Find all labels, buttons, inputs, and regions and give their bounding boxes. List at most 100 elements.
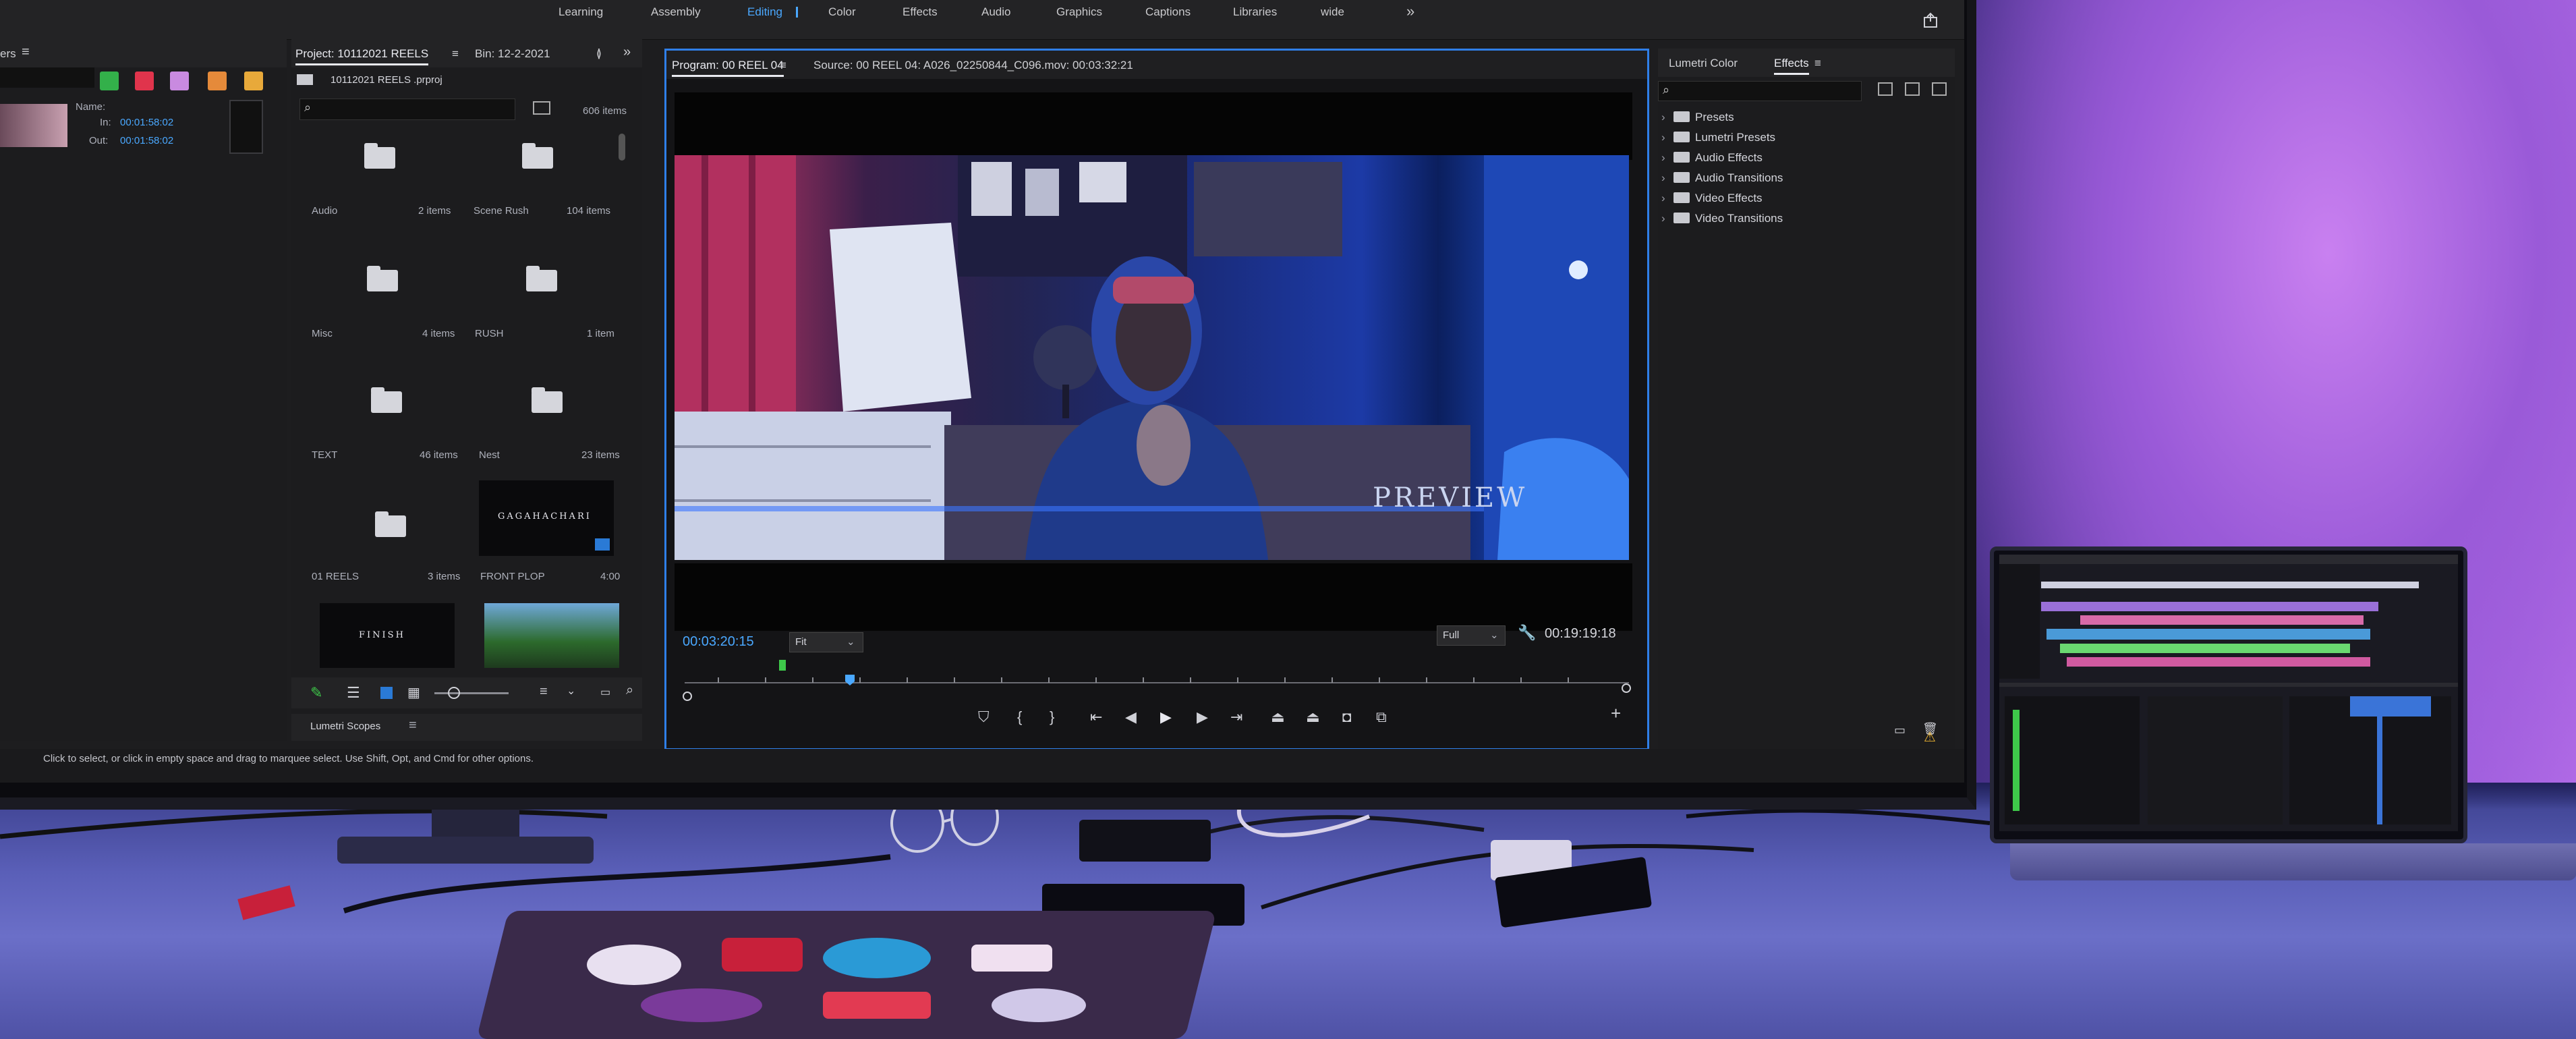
yuv-effects-icon[interactable] — [1932, 82, 1947, 96]
effects-folder-video-transitions[interactable]: › Video Transitions — [1661, 212, 1783, 225]
effects-folder-audio-effects[interactable]: › Audio Effects — [1661, 151, 1763, 165]
chevron-right-icon[interactable]: › — [1661, 111, 1673, 124]
icon-view-icon[interactable] — [380, 687, 393, 699]
share-icon[interactable] — [1922, 12, 1939, 28]
comparison-view-icon[interactable]: ⧉ — [1376, 708, 1387, 726]
mark-in-icon[interactable]: { — [1017, 708, 1022, 726]
effects-folder-lumetri-presets[interactable]: › Lumetri Presets — [1661, 131, 1775, 144]
chevron-right-icon[interactable]: › — [1661, 171, 1673, 185]
workspace-tab-assembly[interactable]: Assembly — [651, 5, 701, 19]
clip-thumbnail[interactable]: FINISH — [320, 603, 455, 668]
bin-name[interactable]: Nest — [479, 449, 500, 461]
tab-lumetri-scopes[interactable]: Lumetri Scopes — [310, 721, 380, 732]
go-to-in-icon[interactable]: ⇤ — [1090, 708, 1102, 726]
extract-icon[interactable]: ⏏ — [1306, 708, 1320, 726]
32bit-effects-icon[interactable] — [1905, 82, 1920, 96]
step-forward-icon[interactable]: ▶ — [1197, 708, 1208, 726]
workspace-tab-audio[interactable]: Audio — [981, 5, 1010, 19]
time-ruler[interactable] — [678, 654, 1636, 702]
tab-program[interactable]: Program: 00 REEL 04 — [672, 59, 784, 77]
workspace-tab-wide[interactable]: wide — [1321, 5, 1344, 19]
tab-menu-icon[interactable]: ≬ — [596, 47, 602, 61]
add-marker-icon[interactable]: ⛉ — [978, 708, 990, 726]
filter-field[interactable] — [0, 67, 94, 88]
more-workspaces-icon[interactable]: » — [1406, 3, 1414, 20]
chevron-right-icon[interactable]: › — [1661, 192, 1673, 205]
effects-folder-presets[interactable]: › Presets — [1661, 111, 1734, 124]
list-view-icon[interactable]: ☰ — [347, 684, 360, 702]
workspace-tab-graphics[interactable]: Graphics — [1056, 5, 1102, 19]
mark-out-icon[interactable]: } — [1050, 708, 1054, 726]
search-icon[interactable]: ⌕ — [626, 683, 633, 698]
in-timecode[interactable]: 00:01:58:02 — [120, 117, 173, 128]
new-bin-icon[interactable]: ▭ — [1894, 723, 1906, 737]
workspace-tab-learning[interactable]: Learning — [559, 5, 603, 19]
resolution-select[interactable]: Full ⌄ — [1437, 625, 1506, 646]
workspace-tab-captions[interactable]: Captions — [1145, 5, 1191, 19]
folder-icon[interactable] — [526, 266, 557, 291]
folder-icon[interactable] — [375, 511, 406, 537]
warning-icon[interactable]: ⚠ — [1924, 729, 1936, 746]
lift-icon[interactable]: ⏏ — [1271, 708, 1285, 726]
chevron-right-icon[interactable]: › — [1661, 131, 1673, 144]
panel-menu-icon[interactable]: ≡ — [409, 718, 417, 733]
zoom-level-select[interactable]: Fit ⌄ — [789, 632, 863, 652]
zoom-slider-handle[interactable] — [448, 687, 460, 699]
more-panels-icon[interactable]: » — [623, 45, 631, 60]
label-swatch-red[interactable] — [135, 72, 154, 90]
wrench-icon[interactable]: 🔧 — [1518, 624, 1536, 642]
add-button-icon[interactable]: + — [1611, 703, 1621, 724]
effects-folder-audio-transitions[interactable]: › Audio Transitions — [1661, 171, 1783, 185]
workspace-tab-effects[interactable]: Effects — [903, 5, 938, 19]
panel-menu-icon[interactable]: ≡ — [780, 59, 786, 72]
label-swatch-yellow[interactable] — [244, 72, 263, 90]
zoom-slider[interactable] — [434, 692, 509, 694]
effects-folder-video-effects[interactable]: › Video Effects — [1661, 192, 1763, 205]
project-search-input[interactable]: ⌕ — [299, 99, 515, 120]
project-scrollbar[interactable] — [619, 134, 625, 161]
bin-name[interactable]: RUSH — [475, 328, 504, 339]
label-swatch-green[interactable] — [100, 72, 119, 90]
workspace-tab-color[interactable]: Color — [828, 5, 856, 19]
folder-icon[interactable] — [367, 266, 398, 291]
panel-menu-icon[interactable]: ≡ — [22, 45, 30, 60]
workspace-tab-editing[interactable]: Editing — [747, 5, 782, 19]
accelerated-effects-icon[interactable] — [1878, 82, 1893, 96]
chevron-right-icon[interactable]: › — [1661, 212, 1673, 225]
clip-thumbnail[interactable] — [484, 603, 619, 668]
freeform-view-icon[interactable]: ▦ — [407, 684, 420, 701]
tab-project[interactable]: Project: 10112021 REELS — [295, 47, 429, 65]
bin-name[interactable]: TEXT — [312, 449, 337, 461]
chevron-down-icon[interactable]: ⌄ — [567, 684, 575, 698]
step-back-icon[interactable]: ◀ — [1125, 708, 1137, 726]
panel-menu-icon[interactable]: ≡ — [1814, 57, 1821, 70]
pencil-icon[interactable]: ✎ — [310, 684, 322, 702]
tab-lumetri-color[interactable]: Lumetri Color — [1669, 57, 1738, 70]
tab-markers[interactable]: ers — [0, 47, 16, 61]
tab-bin[interactable]: Bin: 12-2-2021 — [475, 47, 550, 61]
bin-name[interactable]: Audio — [312, 205, 337, 217]
folder-icon[interactable] — [371, 387, 402, 413]
workspace-menu-icon[interactable] — [796, 7, 798, 18]
bin-name[interactable]: Scene Rush — [474, 205, 529, 217]
effects-search-input[interactable]: ⌕ — [1658, 81, 1862, 101]
folder-icon[interactable] — [532, 387, 563, 413]
bin-name[interactable]: Misc — [312, 328, 333, 339]
clip-thumbnail[interactable]: GAGAHACHARI — [479, 480, 614, 556]
playhead-timecode[interactable]: 00:03:20:15 — [683, 634, 754, 650]
out-timecode[interactable]: 00:01:58:02 — [120, 135, 173, 146]
panel-menu-icon[interactable]: ≡ — [452, 47, 459, 61]
tab-effects[interactable]: Effects — [1774, 57, 1809, 75]
camera-icon[interactable]: ◘ — [1342, 708, 1351, 726]
play-icon[interactable]: ▶ — [1160, 708, 1172, 726]
new-item-icon[interactable]: ▭ — [600, 685, 610, 699]
sort-icon[interactable]: ≡ — [540, 684, 548, 700]
go-to-out-icon[interactable]: ⇥ — [1230, 708, 1242, 726]
folder-icon[interactable] — [522, 143, 553, 169]
workspace-tab-libraries[interactable]: Libraries — [1233, 5, 1277, 19]
chevron-right-icon[interactable]: › — [1661, 151, 1673, 165]
new-bin-icon[interactable] — [533, 101, 550, 115]
bin-name[interactable]: FRONT PLOP — [480, 571, 545, 582]
folder-icon[interactable] — [364, 143, 395, 169]
bin-name[interactable]: 01 REELS — [312, 571, 359, 582]
